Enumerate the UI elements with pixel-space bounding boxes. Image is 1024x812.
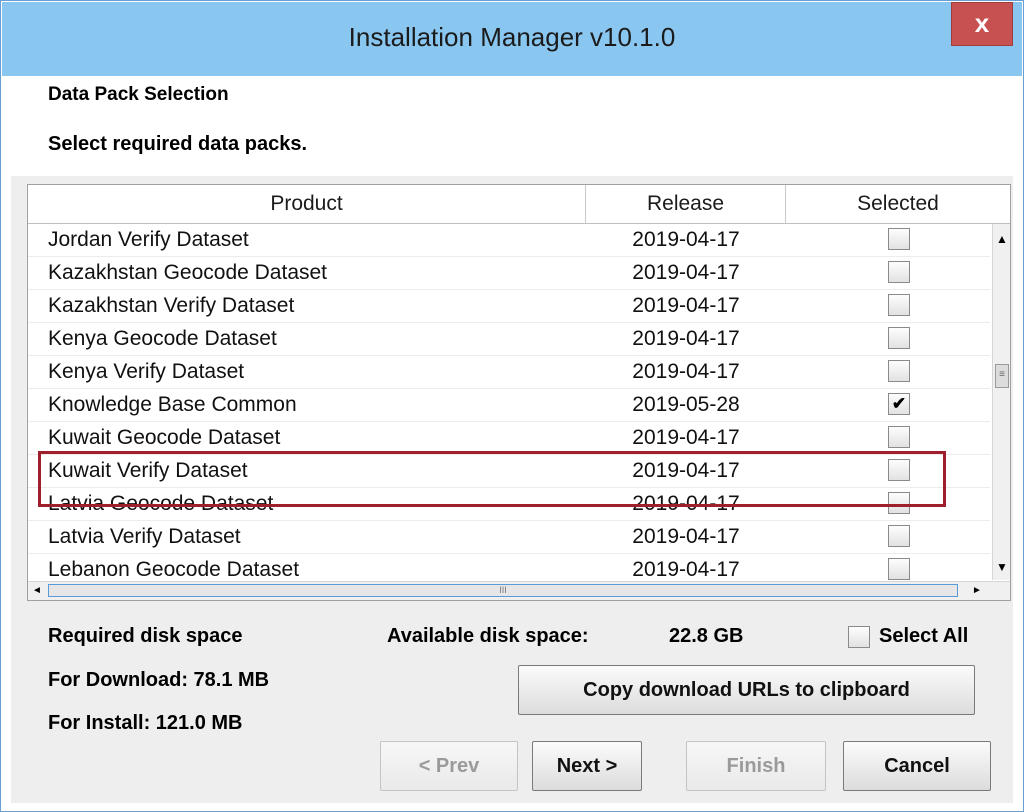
table-row[interactable]: Knowledge Base Common 2019-05-28 ✔ [28, 389, 990, 422]
scroll-left-icon[interactable]: ◄ [32, 582, 46, 600]
horizontal-scrollbar[interactable]: ◄ III ► [28, 581, 1010, 600]
selected-checkbox[interactable] [888, 294, 910, 316]
column-header-product[interactable]: Product [28, 185, 586, 223]
product-cell: Lebanon Geocode Dataset [48, 558, 300, 580]
available-disk-space-value: 22.8 GB [669, 625, 744, 647]
selected-checkbox[interactable] [888, 426, 910, 448]
table-rows: Jordan Verify Dataset 2019-04-17 Kazakhsta… [28, 224, 990, 580]
product-cell: Latvia Verify Dataset [48, 525, 241, 548]
close-button[interactable]: x [951, 2, 1013, 46]
release-cell: 2019-05-28 [632, 393, 740, 416]
vertical-scroll-thumb[interactable]: ≡ [995, 364, 1009, 388]
table-row[interactable]: Latvia Verify Dataset 2019-04-17 [28, 521, 990, 554]
table-row[interactable]: Lebanon Geocode Dataset 2019-04-17 [28, 554, 990, 580]
selected-checkbox[interactable] [888, 525, 910, 547]
product-cell: Kenya Verify Dataset [48, 360, 245, 383]
scroll-up-icon[interactable]: ▲ [993, 232, 1010, 248]
required-disk-space-label: Required disk space [48, 625, 243, 647]
prev-button[interactable]: < Prev [380, 741, 518, 791]
title-bar[interactable]: Installation Manager v10.1.0 x [2, 2, 1022, 76]
vertical-scrollbar[interactable]: ▲ ≡ ▼ [992, 224, 1010, 580]
table-row[interactable]: Kazakhstan Verify Dataset 2019-04-17 [28, 290, 990, 323]
finish-button[interactable]: Finish [686, 741, 826, 791]
install-size-label: For Install: 121.0 MB [48, 712, 243, 734]
column-header-release[interactable]: Release [586, 185, 786, 223]
dialog-content: Data Pack Selection Select required data… [11, 76, 1013, 803]
available-disk-space-label: Available disk space: [387, 625, 589, 647]
selected-checkbox[interactable] [888, 558, 910, 580]
selected-checkbox[interactable] [888, 327, 910, 349]
product-cell: Kazakhstan Verify Dataset [48, 294, 295, 317]
release-cell: 2019-04-17 [632, 261, 740, 284]
section-title: Data Pack Selection [48, 84, 229, 105]
release-cell: 2019-04-17 [632, 327, 740, 350]
release-cell: 2019-04-17 [632, 228, 740, 251]
window-title: Installation Manager v10.1.0 [348, 22, 676, 52]
next-button[interactable]: Next > [532, 741, 642, 791]
column-header-selected[interactable]: Selected [786, 185, 1010, 223]
table-row[interactable]: Kazakhstan Geocode Dataset 2019-04-17 [28, 257, 990, 290]
highlight-box [38, 451, 946, 507]
cancel-button[interactable]: Cancel [843, 741, 991, 791]
table-row[interactable]: Jordan Verify Dataset 2019-04-17 [28, 224, 990, 257]
selected-checkbox[interactable] [888, 261, 910, 283]
section-subtitle: Select required data packs. [48, 133, 308, 155]
scroll-right-icon[interactable]: ► [972, 582, 986, 600]
selected-checkbox[interactable] [888, 360, 910, 382]
release-cell: 2019-04-17 [632, 294, 740, 317]
table-row[interactable]: Kenya Verify Dataset 2019-04-17 [28, 356, 990, 389]
release-cell: 2019-04-17 [632, 558, 740, 580]
data-pack-table: Product Release Selected Jordan Verify D… [27, 184, 1011, 601]
release-cell: 2019-04-17 [632, 525, 740, 548]
release-cell: 2019-04-17 [632, 426, 740, 449]
product-cell: Kenya Geocode Dataset [48, 327, 277, 350]
product-cell: Kazakhstan Geocode Dataset [48, 261, 328, 284]
table-row[interactable]: Kenya Geocode Dataset 2019-04-17 [28, 323, 990, 356]
copy-download-urls-button[interactable]: Copy download URLs to clipboard [518, 665, 975, 715]
release-cell: 2019-04-17 [632, 360, 740, 383]
installation-manager-window: Installation Manager v10.1.0 x Data Pack… [0, 0, 1024, 812]
product-cell: Jordan Verify Dataset [48, 228, 249, 251]
selected-checkbox[interactable] [888, 228, 910, 250]
select-all-label[interactable]: Select All [879, 625, 968, 648]
download-size-label: For Download: 78.1 MB [48, 669, 270, 691]
scroll-down-icon[interactable]: ▼ [993, 560, 1010, 576]
header-section: Data Pack Selection Select required data… [11, 76, 1013, 176]
select-all-checkbox[interactable] [848, 626, 870, 648]
product-cell: Kuwait Geocode Dataset [48, 426, 281, 449]
product-cell: Knowledge Base Common [48, 393, 297, 416]
table-header: Product Release Selected [28, 185, 1010, 224]
horizontal-scroll-thumb[interactable]: III [48, 584, 958, 597]
selected-checkbox-checked[interactable]: ✔ [888, 393, 910, 415]
